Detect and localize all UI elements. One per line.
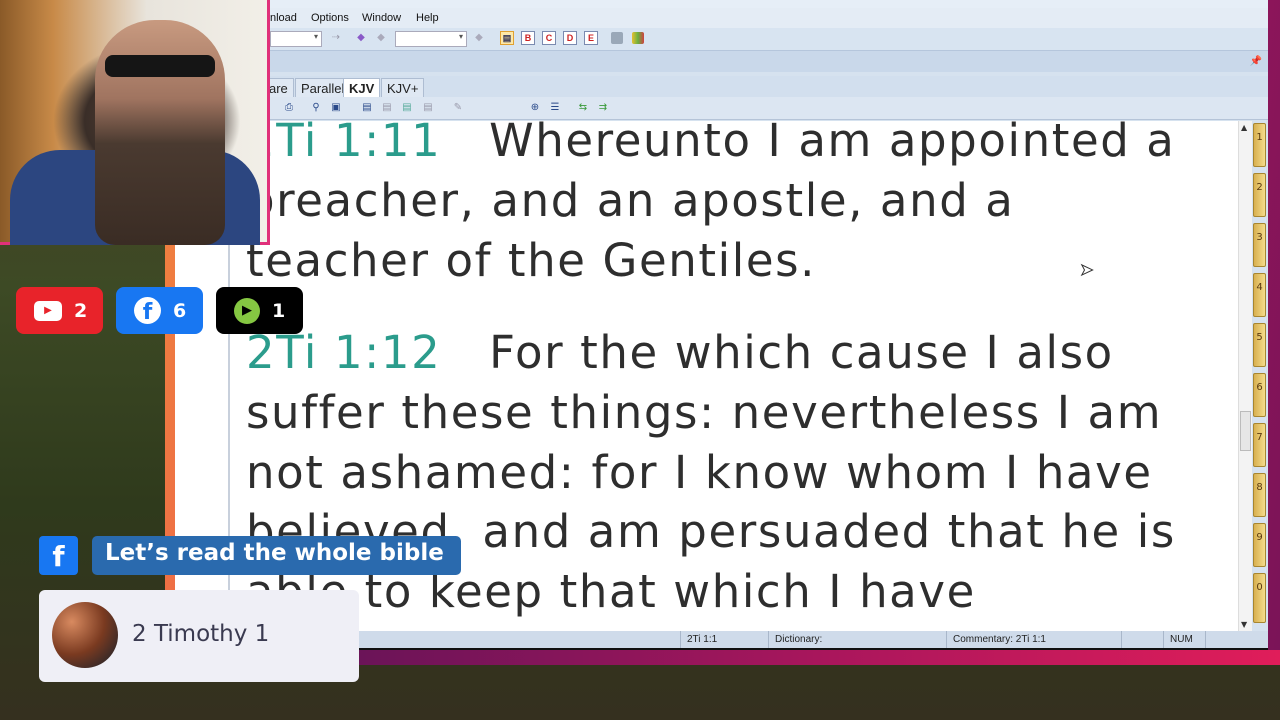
forward-icon[interactable]: ⇉ [597,102,609,114]
youtube-viewers-badge: ▶ 2 [16,287,103,334]
avatar [52,602,118,668]
rumble-viewers-badge: ▶ 1 [216,287,303,334]
verse-line: preacher, and an apostle, and a [246,174,1015,227]
bookmark-5[interactable]: 5 [1253,323,1266,367]
pane-header: 📌 [175,50,1268,72]
menu-bar: nload Options Window Help [175,8,1268,28]
scroll-up-icon[interactable]: ▲ [1241,123,1247,132]
bookmark-9[interactable]: 9 [1253,523,1266,567]
gray-box-icon[interactable] [611,32,623,44]
window-layout-a-icon[interactable]: ▤ [500,31,514,45]
facebook-count: 6 [173,299,187,322]
window-layout-c-icon[interactable]: C [542,31,556,45]
verse-line: 2Ti 1:11 Whereunto I am appointed a [246,121,1175,171]
scroll-thumb[interactable] [1240,411,1251,451]
main-toolbar: ▾ ⇢ ◆ ◆ ▾ ◆ ▤ B C D E [175,28,1268,50]
bible-tabs: are Parallel KJV KJV+ [175,76,1268,97]
youtube-icon: ▶ [34,300,62,321]
verse-line: not ashamed: for I know whom I have [246,446,1153,499]
paste-icon[interactable]: ▤ [422,102,434,114]
verse-line: 2Ti 1:12 For the which cause I also [246,326,1114,379]
print-icon[interactable]: ⎙ [283,102,295,114]
status-commentary: Commentary: 2Ti 1:1 [946,631,1121,648]
copy-icon[interactable]: ▣ [330,102,342,114]
back-icon[interactable]: ⇆ [577,102,589,114]
split-icon[interactable]: ☰ [549,102,561,114]
search-go-icon[interactable]: ◆ [473,32,485,44]
status-verse: 2Ti 1:1 [680,631,768,648]
pin-icon[interactable]: 📌 [1250,56,1262,67]
bookmark-4[interactable]: 4 [1253,273,1266,317]
verse-line: suffer these things: nevertheless I am [246,386,1163,439]
webcam-person [95,20,225,245]
rumble-icon: ▶ [234,297,260,324]
menu-help[interactable]: Help [416,12,439,24]
bookmark-2[interactable]: 2 [1253,173,1266,217]
search-combo[interactable]: ▾ [395,31,467,47]
book-combo[interactable]: ▾ [270,31,322,47]
tab-kjv[interactable]: KJV [343,78,381,97]
bookmark-7[interactable]: 7 [1253,423,1266,467]
facebook-viewers-badge: f 6 [116,287,203,334]
bookmark-0[interactable]: 0 [1253,573,1266,623]
verse-line: teacher of the Gentiles. [246,234,817,287]
status-empty [1121,631,1163,648]
library-icon[interactable] [632,32,644,44]
menu-download[interactable]: nload [270,12,297,24]
bookmark-6[interactable]: 6 [1253,373,1266,417]
find-icon[interactable]: ⚲ [310,102,322,114]
menu-options[interactable]: Options [311,12,349,24]
copy-verse-icon[interactable]: ▤ [381,102,393,114]
facebook-icon: f [134,297,161,325]
chapter-card: 2 Timothy 1 [39,590,359,682]
chapter-title: 2 Timothy 1 [132,621,270,647]
window-layout-b-icon[interactable]: B [521,31,535,45]
status-num: NUM [1163,631,1205,648]
youtube-count: 2 [74,299,88,322]
stream-title-banner: Let’s read the whole bible [92,536,461,575]
window-layout-d-icon[interactable]: D [563,31,577,45]
bookmark-1[interactable]: 1 [1253,123,1266,167]
add-icon[interactable]: ▤ [401,102,413,114]
vertical-scrollbar[interactable]: ▲ ▼ [1238,121,1252,631]
menu-window[interactable]: Window [362,12,401,24]
eraser-disabled-icon[interactable]: ◆ [375,32,387,44]
scroll-down-icon[interactable]: ▼ [1241,620,1247,629]
eraser-icon[interactable]: ◆ [355,32,367,44]
edit-icon[interactable]: ✎ [452,102,464,114]
status-dictionary: Dictionary: [768,631,946,648]
note-icon[interactable]: ▤ [361,102,373,114]
bookmark-3[interactable]: 3 [1253,223,1266,267]
mouse-cursor-icon: ➤ [1079,260,1094,280]
facebook-logo-icon: f [39,536,78,575]
window-layout-e-icon[interactable]: E [584,31,598,45]
bookmark-8[interactable]: 8 [1253,473,1266,517]
webcam-sunglasses [105,55,215,77]
webcam-feed [0,0,270,245]
rumble-count: 1 [272,299,286,322]
verse-ref[interactable]: 2Ti 1:11 [246,121,441,167]
overlay-frame-bottom [355,650,1280,665]
zoom-in-icon[interactable]: ⊕ [529,102,541,114]
bible-toolbar: ⎙ ⚲ ▣ ▤ ▤ ▤ ▤ ✎ ⊕ ☰ ⇆ ⇉ [175,97,1268,120]
title-bar [175,0,1268,8]
go-icon[interactable]: ⇢ [330,32,342,44]
status-empty [1205,631,1233,648]
tab-kjv-plus[interactable]: KJV+ [381,78,425,97]
